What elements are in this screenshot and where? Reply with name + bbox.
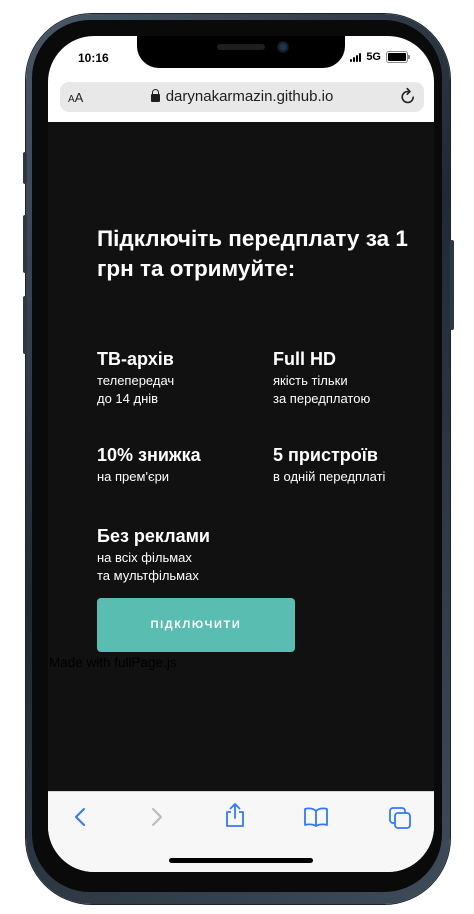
- feature-full-hd: Full HD якість тільки за передплатою: [273, 348, 370, 408]
- feature-title: 10% знижка: [97, 445, 201, 465]
- page-headline: Підключіть передплату за 1 грн та отриму…: [97, 226, 408, 281]
- status-time: 10:16: [78, 51, 109, 65]
- feature-devices: 5 пристроїв в одній передплаті: [273, 444, 385, 486]
- bookmarks-icon[interactable]: [303, 806, 329, 833]
- speaker-grille: [217, 44, 265, 50]
- feature-title: ТВ-архів: [97, 349, 174, 369]
- network-label: 5G: [366, 51, 381, 63]
- feature-title: 5 пристроїв: [273, 445, 378, 465]
- web-content: Підключіть передплату за 1 грн та отриму…: [48, 122, 434, 791]
- fullpage-credit-link[interactable]: Made with fullPage.js: [49, 655, 177, 670]
- feature-title: Full HD: [273, 349, 336, 369]
- feature-desc: телепередач до 14 днів: [97, 372, 174, 408]
- feature-title: Без реклами: [97, 526, 210, 546]
- phone-screen: 10:16 5G AA darynakarmazin.github.io Під…: [48, 36, 434, 872]
- feature-desc-line: в одній передплаті: [273, 469, 386, 484]
- feature-desc: в одній передплаті: [273, 468, 385, 486]
- camera-icon: [277, 41, 289, 53]
- power-button: [450, 240, 454, 330]
- notch: [137, 36, 345, 68]
- share-icon[interactable]: [224, 802, 246, 833]
- subscribe-button[interactable]: ПІДКЛЮЧИТИ: [97, 598, 295, 652]
- battery-icon: [386, 51, 410, 63]
- feature-desc-line: на прем'єри: [97, 469, 170, 484]
- feature-desc: на всіх фільмах та мультфільмах: [97, 549, 210, 585]
- feature-desc-line: до 14 днів: [97, 391, 159, 406]
- silent-switch: [23, 152, 27, 184]
- feature-no-ads: Без реклами на всіх фільмах та мультфіль…: [97, 525, 210, 585]
- feature-desc-line: за передплатою: [273, 391, 371, 406]
- feature-tv-archive: ТВ-архів телепередач до 14 днів: [97, 348, 174, 408]
- feature-discount: 10% знижка на прем'єри: [97, 444, 201, 486]
- volume-down-button: [23, 296, 27, 354]
- url-text: darynakarmazin.github.io: [165, 88, 334, 105]
- feature-desc: на прем'єри: [97, 468, 201, 486]
- feature-desc: якість тільки за передплатою: [273, 372, 370, 408]
- feature-desc-line: якість тільки: [273, 373, 348, 388]
- back-icon[interactable]: [72, 806, 90, 833]
- reload-icon[interactable]: [400, 87, 416, 110]
- signal-icon: [350, 52, 362, 62]
- volume-up-button: [23, 215, 27, 273]
- address-bar[interactable]: AA darynakarmazin.github.io: [60, 82, 424, 112]
- status-icons: 5G: [350, 51, 410, 63]
- home-indicator: [169, 858, 313, 863]
- forward-icon[interactable]: [147, 806, 165, 833]
- feature-desc-line: на всіх фільмах: [97, 550, 192, 565]
- url-display[interactable]: darynakarmazin.github.io: [60, 88, 424, 105]
- feature-desc-line: та мультфільмах: [97, 568, 199, 583]
- tabs-icon[interactable]: [388, 806, 412, 835]
- lock-icon: [150, 89, 160, 102]
- feature-desc-line: телепередач: [97, 373, 175, 388]
